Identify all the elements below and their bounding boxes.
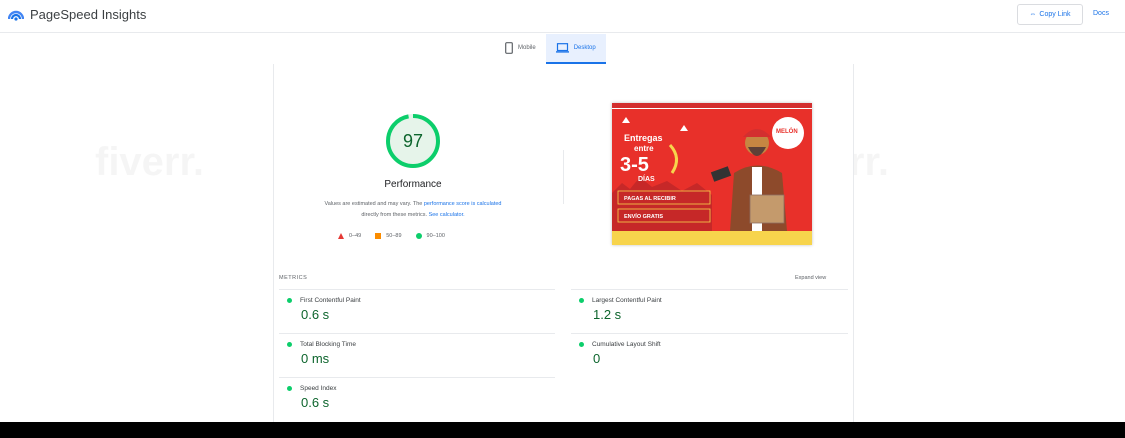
metric-first-contentful-paint: First Contentful Paint 0.6 s bbox=[287, 297, 361, 322]
watermark: fiverr. bbox=[95, 140, 204, 185]
circle-icon bbox=[287, 342, 292, 347]
divider bbox=[563, 150, 564, 204]
desc-text: Values are estimated and may vary. The bbox=[324, 201, 424, 207]
divider bbox=[571, 333, 848, 334]
legend-range: 50–89 bbox=[386, 233, 402, 239]
divider bbox=[571, 289, 848, 290]
see-calculator-link[interactable]: See calculator. bbox=[429, 212, 465, 218]
screenshot-days-label: DÍAS bbox=[638, 174, 655, 183]
triangle-icon bbox=[338, 233, 344, 239]
desc-text-2: directly from these metrics. bbox=[361, 212, 429, 218]
legend-item-poor: 0–49 bbox=[338, 233, 361, 239]
page-screenshot: Entregas entre 3-5 DÍAS PAGAS AL RECIBIR… bbox=[612, 103, 812, 245]
score-description: Values are estimated and may vary. The p… bbox=[291, 199, 535, 221]
performance-label: Performance bbox=[384, 179, 442, 190]
performance-score: 97 bbox=[402, 130, 424, 151]
metric-value: 1.2 s bbox=[593, 307, 622, 322]
metric-name: Largest Contentful Paint bbox=[592, 297, 662, 304]
screenshot-days: 3-5 bbox=[620, 154, 649, 176]
legend-item-good: 90–100 bbox=[415, 233, 445, 239]
metric-speed-index: Speed Index 0.6 s bbox=[287, 385, 337, 410]
copy-link-button[interactable]: ⇔ Copy Link bbox=[1017, 4, 1083, 25]
metric-name: Cumulative Layout Shift bbox=[592, 341, 661, 348]
laptop-icon bbox=[555, 43, 569, 53]
legend-range: 90–100 bbox=[426, 233, 445, 239]
metric-total-blocking-time: Total Blocking Time 0 ms bbox=[287, 341, 356, 366]
copy-link-label: Copy Link bbox=[1039, 11, 1071, 18]
app-logo[interactable]: PageSpeed Insights bbox=[8, 6, 146, 22]
screenshot-heading-2: entre bbox=[634, 144, 654, 153]
metric-value: 0 bbox=[593, 351, 601, 366]
circle-icon bbox=[287, 386, 292, 391]
circle-icon bbox=[415, 233, 422, 239]
tab-mobile[interactable]: Mobile bbox=[495, 34, 546, 62]
divider bbox=[279, 377, 555, 378]
screenshot-brand: MELÓN bbox=[776, 127, 798, 135]
legend-item-average: 50–89 bbox=[375, 233, 402, 239]
docs-link[interactable]: Docs bbox=[1093, 10, 1109, 17]
smartphone-icon bbox=[505, 42, 513, 54]
tab-desktop[interactable]: Desktop bbox=[545, 34, 606, 64]
pagespeed-logo-icon bbox=[8, 10, 24, 21]
circle-icon bbox=[579, 298, 584, 303]
metric-value: 0 ms bbox=[301, 351, 330, 366]
circle-icon bbox=[579, 342, 584, 347]
score-legend: 0–49 50–89 90–100 bbox=[338, 233, 445, 239]
score-calculated-link[interactable]: performance score is calculated bbox=[424, 201, 502, 207]
legend-range: 0–49 bbox=[349, 233, 362, 239]
device-tabs: Mobile Desktop bbox=[495, 34, 606, 64]
metric-cumulative-layout-shift: Cumulative Layout Shift 0 bbox=[579, 341, 661, 366]
metric-value: 0.6 s bbox=[301, 395, 330, 410]
screenshot-heading: Entregas bbox=[624, 133, 663, 143]
square-icon bbox=[375, 233, 382, 239]
divider bbox=[279, 289, 555, 290]
divider bbox=[279, 333, 555, 334]
tab-desktop-label: Desktop bbox=[573, 45, 596, 51]
metric-name: First Contentful Paint bbox=[300, 297, 361, 304]
metric-name: Total Blocking Time bbox=[300, 341, 356, 348]
bottom-bar bbox=[0, 422, 1125, 438]
metric-largest-contentful-paint: Largest Contentful Paint 1.2 s bbox=[579, 297, 662, 322]
link-icon: ⇔ bbox=[1029, 11, 1037, 18]
app-title: PageSpeed Insights bbox=[30, 6, 147, 22]
tab-mobile-label: Mobile bbox=[518, 45, 536, 51]
expand-view-toggle[interactable]: Expand view bbox=[795, 275, 826, 281]
circle-icon bbox=[287, 298, 292, 303]
metrics-header: METRICS bbox=[279, 275, 308, 281]
screenshot-banner-1: PAGAS AL RECIBIR bbox=[624, 196, 676, 202]
top-bar: PageSpeed Insights ⇔ Copy Link Docs bbox=[0, 0, 1125, 33]
metric-name: Speed Index bbox=[300, 385, 337, 392]
metric-value: 0.6 s bbox=[301, 307, 330, 322]
screenshot-banner-2: ENVÍO GRATIS bbox=[624, 212, 663, 220]
